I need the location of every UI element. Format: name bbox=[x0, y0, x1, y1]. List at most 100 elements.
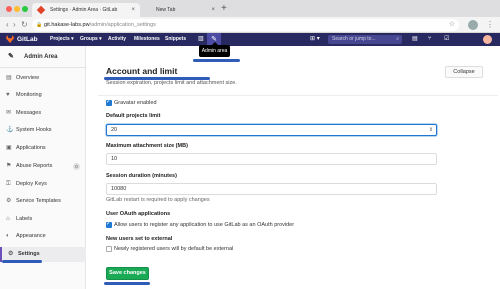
sidebar-item-service-templates[interactable]: ⚙ Service Templates bbox=[0, 194, 86, 209]
user-oauth-option: Allow users to register any application … bbox=[114, 222, 295, 228]
search-icon: ⌕ bbox=[396, 36, 399, 42]
browser-tab-new[interactable]: New Tab × bbox=[140, 3, 220, 17]
browser-profile-avatar[interactable] bbox=[468, 20, 478, 30]
sidebar-item-messages[interactable]: ✉ Messages bbox=[0, 106, 86, 121]
sidebar-item-applications[interactable]: ▣ Applications bbox=[0, 141, 86, 156]
bookmark-star-icon[interactable]: ☆ bbox=[449, 19, 455, 31]
stepper-icon[interactable]: ⇕ bbox=[429, 125, 433, 135]
search-placeholder: Search or jump to... bbox=[332, 36, 376, 42]
tab-title: Settings · Admin Area · GitLab bbox=[50, 7, 118, 13]
monitoring-icon: ♥ bbox=[6, 92, 10, 98]
sidebar-item-overview[interactable]: ▤ Overview bbox=[0, 71, 86, 86]
nav-activity[interactable]: Activity bbox=[108, 33, 126, 46]
sidebar-header[interactable]: ✎ Admin Area bbox=[0, 46, 86, 68]
back-button[interactable]: ‹ bbox=[6, 19, 9, 31]
maximize-window-icon[interactable] bbox=[22, 6, 28, 12]
max-attachment-label: Maximum attachment size (MB) bbox=[106, 143, 188, 149]
merge-request-icon[interactable]: ⑂ bbox=[428, 33, 432, 46]
gitlab-navbar: GitLab Projects ▾ Groups ▾ Activity Mile… bbox=[0, 33, 500, 46]
section-title: Account and limit bbox=[106, 66, 178, 76]
sidebar-item-label: Service Templates bbox=[16, 198, 61, 204]
max-attachment-input[interactable]: 10 bbox=[106, 153, 437, 165]
input-value: 20 bbox=[111, 127, 118, 133]
address-bar-row: ‹ › ↻ 🔒 git.hakase-labs.pw/admin/applica… bbox=[0, 17, 500, 33]
annotation-underline bbox=[193, 59, 240, 62]
sidebar-item-appearance[interactable]: ◐ Appearance bbox=[0, 229, 86, 244]
sidebar-item-abuse-reports[interactable]: ⚑ Abuse Reports 0 bbox=[0, 159, 86, 174]
annotation-underline bbox=[2, 260, 42, 263]
input-value: 10 bbox=[111, 156, 118, 162]
gitlab-logo-icon[interactable] bbox=[6, 35, 14, 43]
appearance-icon: ◐ bbox=[6, 233, 10, 239]
messages-icon: ✉ bbox=[6, 110, 12, 116]
issues-icon[interactable]: ▤ bbox=[412, 33, 418, 46]
flag-icon: ⚑ bbox=[6, 163, 12, 169]
lock-icon: 🔒 bbox=[36, 22, 43, 28]
todos-icon[interactable]: ☑ bbox=[444, 33, 449, 46]
template-icon: ⚙ bbox=[6, 198, 12, 204]
close-tab-icon[interactable]: × bbox=[211, 3, 215, 17]
sidebar-item-label: Deploy Keys bbox=[16, 181, 47, 187]
sidebar-item-label: Monitoring bbox=[16, 92, 42, 98]
sidebar-item-label: Appearance bbox=[16, 233, 46, 239]
sidebar-item-label: System Hooks bbox=[16, 127, 52, 133]
url-input[interactable]: 🔒 git.hakase-labs.pw/admin/application_s… bbox=[32, 19, 459, 31]
sidebar-item-labels[interactable]: ⌂ Labels bbox=[0, 212, 86, 227]
gitlab-brand[interactable]: GitLab bbox=[17, 33, 38, 46]
minimize-window-icon[interactable] bbox=[14, 6, 20, 12]
annotation-underline bbox=[104, 282, 150, 285]
user-oauth-label: User OAuth applications bbox=[106, 211, 171, 217]
gravatar-label: Gravatar enabled bbox=[114, 100, 157, 106]
default-projects-limit-input[interactable]: 20 ⇕ bbox=[106, 124, 437, 136]
sidebar-item-label: Applications bbox=[16, 145, 46, 151]
section-subtitle: Session expiration, projects limit and a… bbox=[106, 80, 237, 86]
new-tab-button[interactable]: + bbox=[221, 2, 227, 16]
search-input[interactable]: Search or jump to... ⌕ bbox=[328, 35, 402, 44]
new-users-option: Newly registered users will by default b… bbox=[114, 246, 234, 252]
sidebar-header-label: Admin Area bbox=[24, 54, 58, 60]
sidebar-item-system-hooks[interactable]: ⚓ System Hooks bbox=[0, 123, 86, 138]
overview-icon: ▤ bbox=[6, 75, 12, 81]
sidebar-item-label: Settings bbox=[18, 251, 40, 257]
sidebar-item-label: Labels bbox=[16, 216, 33, 222]
new-users-external-checkbox[interactable] bbox=[106, 246, 112, 252]
user-oauth-checkbox[interactable] bbox=[106, 220, 112, 228]
session-help-text: GitLab restart is required to apply chan… bbox=[106, 197, 210, 203]
browser-menu-icon[interactable]: ⋮ bbox=[486, 19, 494, 31]
plus-icon[interactable]: ⊞ ▾ bbox=[310, 33, 320, 46]
url-host: git.hakase-labs.pw bbox=[44, 22, 90, 28]
sidebar-item-label: Overview bbox=[16, 75, 39, 81]
nav-milestones[interactable]: Milestones bbox=[134, 33, 160, 46]
admin-area-tooltip: Admin area bbox=[199, 42, 230, 57]
hook-icon: ⚓ bbox=[6, 127, 14, 133]
sidebar-item-deploy-keys[interactable]: ⚿ Deploy Keys bbox=[0, 177, 86, 192]
collapse-button[interactable]: Collapse bbox=[445, 66, 483, 78]
nav-groups[interactable]: Groups ▾ bbox=[80, 33, 102, 46]
session-duration-label: Session duration (minutes) bbox=[106, 173, 177, 179]
new-users-label: New users set to external bbox=[106, 236, 173, 242]
abuse-count-badge: 0 bbox=[73, 163, 80, 170]
reload-button[interactable]: ↻ bbox=[21, 19, 28, 31]
browser-tab-bar: Settings · Admin Area · GitLab × New Tab… bbox=[0, 0, 500, 17]
close-tab-icon[interactable]: × bbox=[131, 3, 135, 17]
save-changes-button[interactable]: Save changes bbox=[106, 267, 149, 280]
sidebar-item-label: Messages bbox=[16, 110, 42, 116]
nav-projects[interactable]: Projects ▾ bbox=[50, 33, 74, 46]
gravatar-checkbox[interactable] bbox=[106, 98, 112, 106]
sidebar-item-monitoring[interactable]: ♥ Monitoring bbox=[0, 88, 86, 103]
nav-snippets[interactable]: Snippets bbox=[165, 33, 186, 46]
tab-title: New Tab bbox=[156, 7, 176, 13]
browser-tab-settings[interactable]: Settings · Admin Area · GitLab × bbox=[32, 3, 140, 17]
wrench-icon: ✎ bbox=[8, 53, 14, 60]
key-icon: ⚿ bbox=[6, 181, 11, 187]
session-duration-input[interactable]: 10080 bbox=[106, 183, 437, 195]
user-avatar[interactable] bbox=[483, 35, 492, 44]
applications-icon: ▣ bbox=[6, 145, 12, 151]
sidebar-item-label: Abuse Reports bbox=[16, 163, 53, 169]
default-projects-limit-label: Default projects limit bbox=[106, 113, 161, 119]
gitlab-favicon-icon bbox=[36, 5, 46, 15]
forward-button[interactable]: › bbox=[13, 19, 16, 31]
admin-sidebar: ✎ Admin Area ▤ Overview ♥ Monitoring ✉ Mess… bbox=[0, 46, 86, 289]
label-icon: ⌂ bbox=[6, 216, 10, 222]
close-window-icon[interactable] bbox=[6, 6, 12, 12]
